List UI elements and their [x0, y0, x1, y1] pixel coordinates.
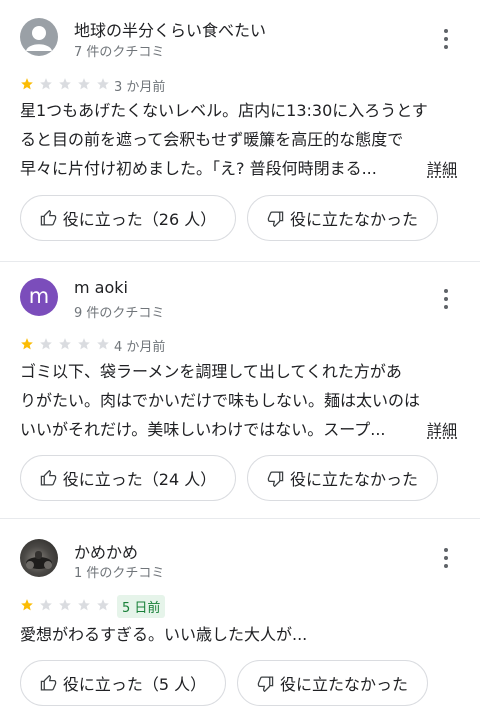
helpful-button[interactable]: 役に立った（24 人） [20, 455, 236, 501]
reviewer-review-count: 9 件のクチコミ [74, 306, 165, 321]
review-text-line: りがたい。肉はでかいだけで味もしない。麺は太いのは [20, 391, 421, 410]
not-helpful-label: 役に立たなかった [289, 210, 418, 229]
star-empty-icon [40, 338, 52, 350]
star-filled-icon [21, 78, 33, 90]
not-helpful-button[interactable]: 役に立たなかった [237, 660, 428, 706]
star-empty-icon [78, 599, 90, 611]
review-text: 愛想がわるすぎる。いい歳した大人が... [20, 620, 465, 649]
review-text-line: 愛想がわるすぎる。いい歳した大人が... [20, 625, 308, 644]
profile-photo [26, 551, 52, 569]
reviewer-avatar[interactable] [20, 18, 58, 56]
not-helpful-label: 役に立たなかった [289, 470, 418, 489]
reviewer-review-count: 7 件のクチコミ [74, 45, 165, 60]
thumb-down-icon [257, 675, 274, 692]
star-empty-icon [40, 599, 52, 611]
star-rating [20, 77, 110, 91]
star-empty-icon [97, 338, 109, 350]
more-vert-icon [444, 289, 448, 293]
star-empty-icon [78, 338, 90, 350]
review-text-line: いいがそれだけ。美味しいわけではない。スープ... [20, 420, 386, 439]
review-date: 3 か月前 [114, 80, 166, 95]
star-empty-icon [97, 599, 109, 611]
more-options-button[interactable] [436, 546, 456, 570]
reviewer-avatar[interactable]: m [20, 278, 58, 316]
not-helpful-button[interactable]: 役に立たなかった [247, 455, 438, 501]
star-empty-icon [40, 78, 52, 90]
review-text-line: ると目の前を遮って会釈もせず暖簾を高圧的な態度で [20, 130, 404, 149]
review-card: かめかめ 1 件のクチコミ 5 日前 愛想がわるすぎる。いい歳した大人が... … [0, 519, 480, 724]
star-rating [20, 598, 110, 612]
review-text: ゴミ以下、袋ラーメンを調理して出してくれた方があ りがたい。肉はでかいだけで味も… [20, 357, 465, 444]
review-text: 星1つもあげたくないレベル。店内に13:30に入ろうとす ると目の前を遮って会釈… [20, 96, 465, 183]
thumb-up-icon [40, 674, 57, 691]
review-date: 4 か月前 [114, 340, 166, 355]
review-text-line: ゴミ以下、袋ラーメンを調理して出してくれた方があ [20, 362, 402, 381]
star-rating [20, 337, 110, 351]
thumb-up-icon [40, 209, 56, 226]
more-link[interactable]: 詳細 [427, 419, 457, 440]
star-empty-icon [59, 338, 71, 350]
star-empty-icon [59, 599, 71, 611]
thumb-down-icon [267, 470, 284, 487]
more-options-button[interactable] [436, 27, 456, 51]
more-vert-icon [444, 548, 448, 552]
reviewer-review-count: 1 件のクチコミ [74, 566, 165, 581]
reviewer-avatar[interactable] [20, 539, 58, 577]
review-card: 地球の半分くらい食べたい 7 件のクチコミ 3 か月前 星1つもあげたくないレベ… [0, 0, 480, 262]
not-helpful-button[interactable]: 役に立たなかった [247, 195, 438, 241]
star-empty-icon [59, 78, 71, 90]
review-card: m m aoki 9 件のクチコミ 4 か月前 ゴミ以下、袋ラーメンを調理して出… [0, 262, 480, 518]
more-vert-icon [444, 29, 448, 33]
helpful-button[interactable]: 役に立った（26 人） [20, 195, 236, 241]
star-filled-icon [21, 338, 33, 350]
default-person-icon [26, 26, 52, 51]
helpful-label: 役に立った（5 人） [62, 675, 207, 694]
helpful-label: 役に立った（26 人） [62, 210, 217, 229]
star-filled-icon [21, 599, 33, 611]
helpful-button[interactable]: 役に立った（5 人） [20, 660, 226, 706]
star-empty-icon [78, 78, 90, 90]
helpful-label: 役に立った（24 人） [62, 470, 217, 489]
reviewer-name[interactable]: m aoki [74, 278, 128, 297]
more-options-button[interactable] [436, 287, 456, 311]
thumb-down-icon [267, 210, 284, 227]
reviewer-name[interactable]: かめかめ [74, 539, 138, 563]
review-text-line: 早々に片付け初めました。｢え? 普段何時閉まる... [20, 159, 377, 178]
not-helpful-label: 役に立たなかった [279, 675, 408, 694]
star-empty-icon [97, 78, 109, 90]
thumb-up-icon [40, 469, 56, 486]
reviewer-name[interactable]: 地球の半分くらい食べたい [74, 17, 266, 41]
review-date-badge: 5 日前 [117, 595, 166, 618]
review-text-line: 星1つもあげたくないレベル。店内に13:30に入ろうとす [20, 101, 428, 120]
more-link[interactable]: 詳細 [427, 158, 457, 179]
